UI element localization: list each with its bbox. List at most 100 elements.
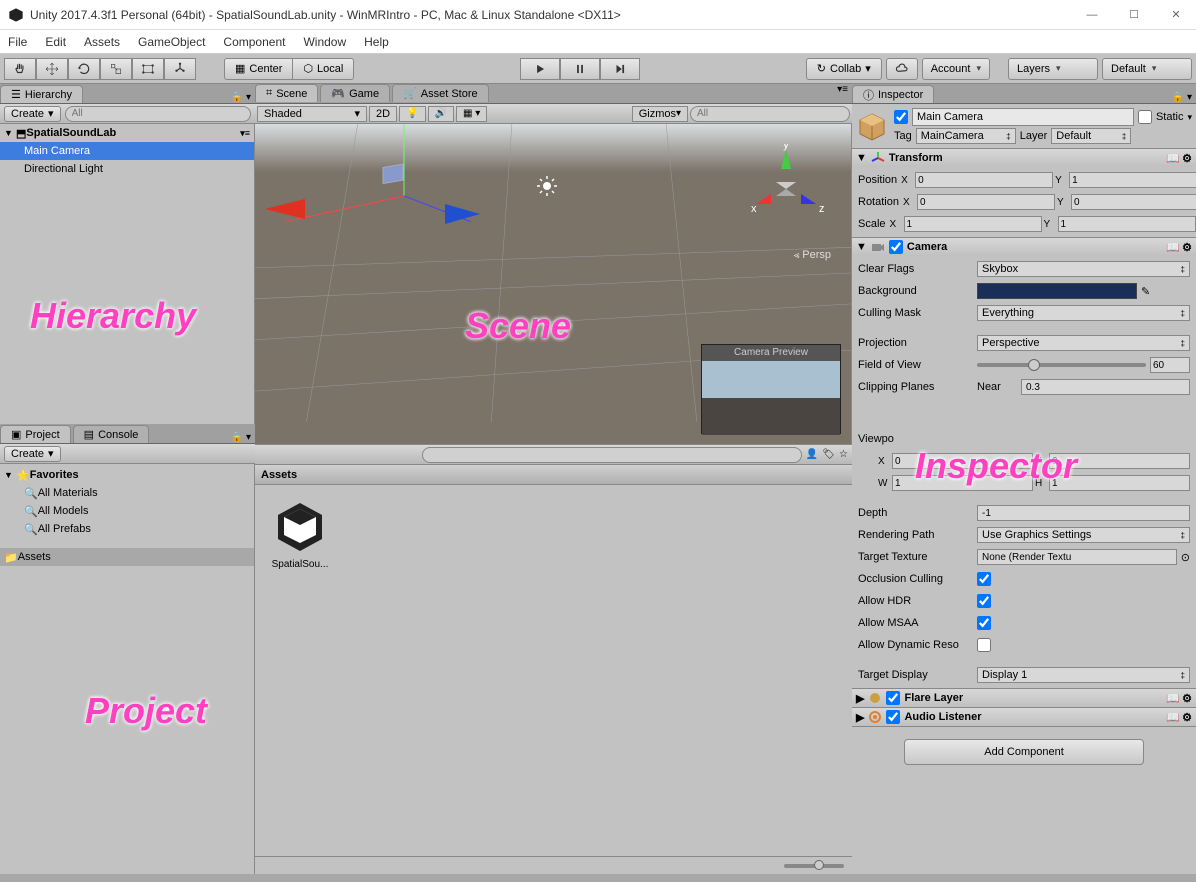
collab-button[interactable]: ↻ Collab ▾ [806, 58, 882, 80]
2d-toggle[interactable]: 2D [369, 106, 397, 122]
target-display-dropdown[interactable]: Display 1 [977, 667, 1190, 683]
camera-component-header[interactable]: ▼ Camera📖⚙ [852, 238, 1196, 256]
shading-mode-dropdown[interactable]: Shaded▾ [257, 106, 367, 122]
culling-mask-dropdown[interactable]: Everything [977, 305, 1190, 321]
project-tab[interactable]: ▣ Project [0, 425, 71, 443]
flare-layer-header[interactable]: ▶ Flare Layer📖⚙ [852, 689, 1196, 707]
favorite-all-prefabs[interactable]: 🔍 All Prefabs [0, 520, 254, 538]
hierarchy-create-button[interactable]: Create ▾ [4, 106, 61, 122]
audio-listener-enabled-checkbox[interactable] [886, 710, 900, 724]
favorite-all-models[interactable]: 🔍 All Models [0, 502, 254, 520]
menu-assets[interactable]: Assets [84, 35, 120, 49]
pause-button[interactable] [560, 58, 600, 80]
color-picker-icon[interactable]: ✎ [1141, 285, 1150, 298]
gameobject-name-input[interactable] [912, 108, 1134, 126]
hierarchy-tab[interactable]: ☰ Hierarchy [0, 85, 83, 103]
menu-file[interactable]: File [8, 35, 27, 49]
close-button[interactable]: ✕ [1164, 3, 1188, 27]
hierarchy-search-input[interactable] [65, 106, 251, 122]
account-dropdown[interactable]: Account [922, 58, 990, 80]
asset-store-tab[interactable]: 🛒 Asset Store [392, 84, 489, 102]
menu-help[interactable]: Help [364, 35, 389, 49]
game-tab[interactable]: 🎮 Game [320, 84, 390, 102]
tag-dropdown[interactable]: MainCamera [916, 128, 1016, 144]
msaa-checkbox[interactable] [977, 616, 991, 630]
clipping-near-input[interactable] [1021, 379, 1190, 395]
pivot-center-button[interactable]: ▦ Center [224, 58, 293, 80]
target-texture-field[interactable] [977, 549, 1177, 565]
hdr-checkbox[interactable] [977, 594, 991, 608]
cloud-button[interactable] [886, 58, 918, 80]
favorites-header[interactable]: ▼⭐ Favorites [0, 466, 254, 484]
asset-size-slider[interactable] [255, 856, 852, 874]
step-button[interactable] [600, 58, 640, 80]
menu-edit[interactable]: Edit [45, 35, 66, 49]
add-component-button[interactable]: Add Component [904, 739, 1144, 765]
viewport-w[interactable] [892, 475, 1033, 491]
viewport-h[interactable] [1049, 475, 1190, 491]
object-picker-icon[interactable]: ⊙ [1181, 551, 1190, 564]
static-dropdown-icon[interactable]: ▾ [1187, 112, 1192, 123]
console-tab[interactable]: ▤ Console [73, 425, 150, 443]
effects-toggle[interactable]: ▦ ▾ [456, 106, 487, 122]
help-icon[interactable]: 📖 [1166, 692, 1180, 705]
scene-search-input[interactable] [690, 106, 850, 122]
hierarchy-lock-icon[interactable]: 🔒 ▾ [231, 92, 251, 103]
asset-spatialsound[interactable]: SpatialSou... [265, 495, 335, 570]
scene-view[interactable]: y x z ⪡ Persp Camera Preview [255, 124, 852, 444]
clear-flags-dropdown[interactable]: Skybox [977, 261, 1190, 277]
audio-listener-header[interactable]: ▶ Audio Listener📖⚙ [852, 708, 1196, 726]
gizmos-dropdown[interactable]: Gizmos ▾ [632, 106, 688, 122]
scale-x[interactable] [904, 216, 1042, 232]
hierarchy-item-directional-light[interactable]: Directional Light [0, 160, 254, 178]
position-x[interactable] [915, 172, 1053, 188]
orientation-gizmo[interactable]: y x z [741, 144, 831, 234]
occlusion-checkbox[interactable] [977, 572, 991, 586]
project-lock-icon[interactable]: 🔒 ▾ [231, 432, 251, 443]
layout-dropdown[interactable]: Default [1102, 58, 1192, 80]
scene-panel-menu-icon[interactable]: ▾≡ [837, 84, 848, 103]
gameobject-active-checkbox[interactable] [894, 110, 908, 124]
assets-folder[interactable]: 📁 Assets [0, 548, 254, 566]
rotation-x[interactable] [917, 194, 1055, 210]
audio-toggle[interactable]: 🔊 [428, 106, 454, 122]
pivot-local-button[interactable]: ⬡ Local [293, 58, 354, 80]
gear-icon[interactable]: ⚙ [1182, 692, 1192, 705]
transform-tool-button[interactable] [164, 58, 196, 80]
hierarchy-scene-row[interactable]: ▼⬒ SpatialSoundLab▾≡ [0, 124, 254, 142]
background-color-field[interactable] [977, 283, 1137, 299]
light-toggle[interactable]: 💡 [399, 106, 425, 122]
projection-dropdown[interactable]: Perspective [977, 335, 1190, 351]
rendering-path-dropdown[interactable]: Use Graphics Settings [977, 527, 1190, 543]
layer-dropdown[interactable]: Default [1051, 128, 1131, 144]
position-y[interactable] [1069, 172, 1196, 188]
play-button[interactable] [520, 58, 560, 80]
hierarchy-item-main-camera[interactable]: Main Camera [0, 142, 254, 160]
gear-icon[interactable]: ⚙ [1182, 152, 1192, 165]
rotation-y[interactable] [1071, 194, 1196, 210]
inspector-tab[interactable]: ⓘ Inspector [852, 85, 934, 103]
fov-input[interactable] [1150, 357, 1190, 373]
filter-icon[interactable]: 👤 [806, 449, 818, 460]
minimize-button[interactable]: — [1080, 3, 1104, 27]
maximize-button[interactable]: ☐ [1122, 3, 1146, 27]
rect-tool-button[interactable] [132, 58, 164, 80]
move-tool-button[interactable] [36, 58, 68, 80]
persp-label[interactable]: ⪡ Persp [794, 249, 831, 261]
favorite-all-materials[interactable]: 🔍 All Materials [0, 484, 254, 502]
menu-gameobject[interactable]: GameObject [138, 35, 205, 49]
scale-tool-button[interactable] [100, 58, 132, 80]
scene-tab[interactable]: ⌗ Scene [255, 84, 318, 102]
fov-slider[interactable] [977, 363, 1146, 367]
label-icon[interactable]: 🏷 [822, 449, 835, 460]
project-create-button[interactable]: Create ▾ [4, 446, 61, 462]
depth-input[interactable] [977, 505, 1190, 521]
rotate-tool-button[interactable] [68, 58, 100, 80]
transform-header[interactable]: ▼ Transform📖⚙ [852, 149, 1196, 167]
star-icon[interactable]: ☆ [839, 449, 848, 460]
inspector-lock-icon[interactable]: 🔒 ▾ [1172, 92, 1192, 103]
scale-y[interactable] [1058, 216, 1196, 232]
dynamic-reso-checkbox[interactable] [977, 638, 991, 652]
menu-component[interactable]: Component [223, 35, 285, 49]
menu-window[interactable]: Window [303, 35, 346, 49]
